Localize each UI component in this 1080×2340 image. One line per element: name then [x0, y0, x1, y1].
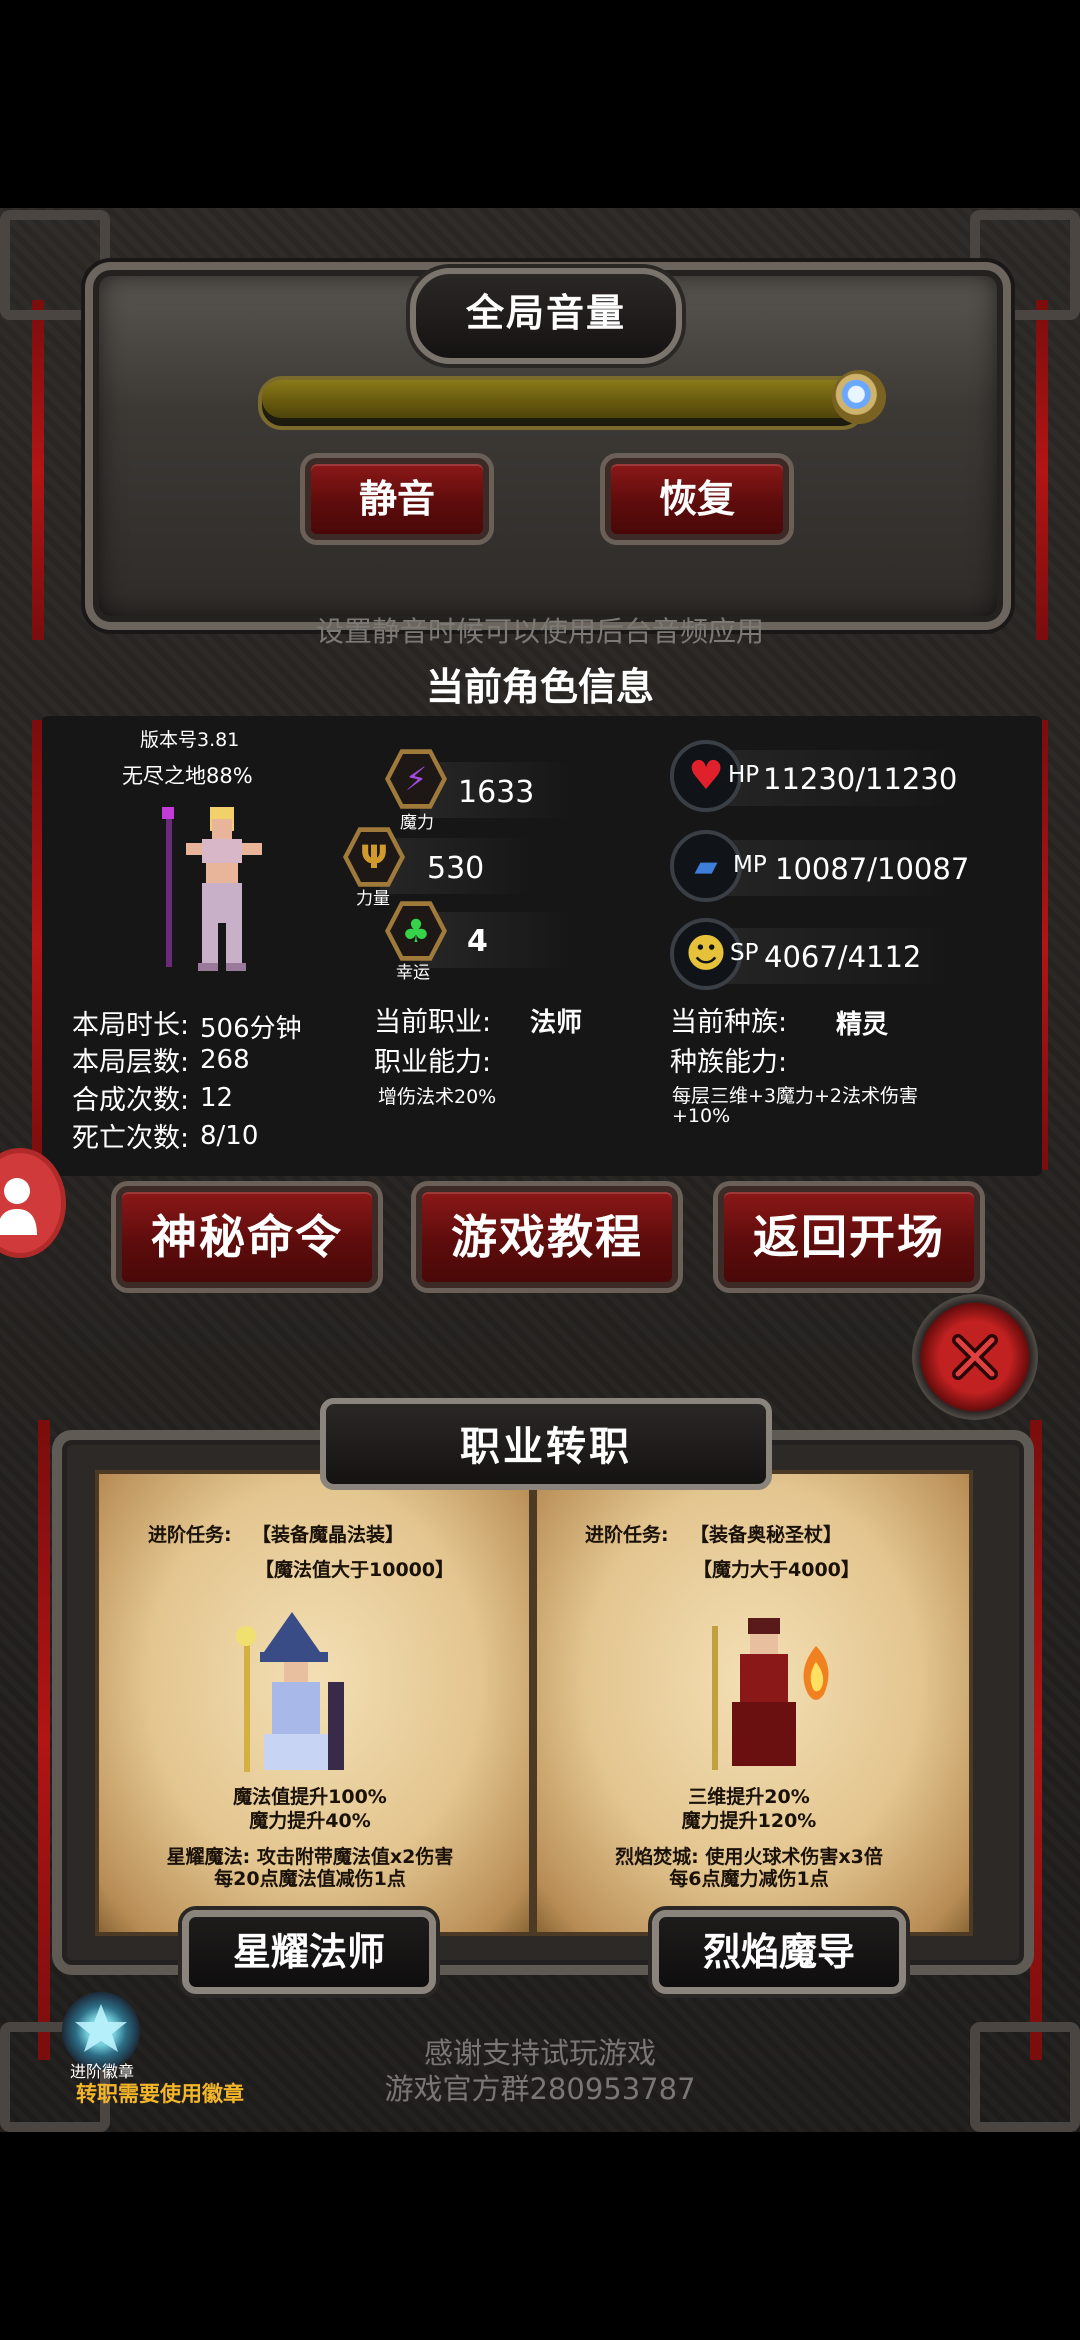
- footer-group: 游戏官方群280953787: [384, 2072, 696, 2106]
- strength-caption: 力量: [356, 889, 390, 909]
- profile-button[interactable]: [0, 1148, 66, 1258]
- right-task1: 【装备奥秘圣杖】: [690, 1524, 843, 1546]
- flame-mage-sprite: [712, 1618, 829, 1770]
- job-ability-label: 职业能力:: [374, 1047, 492, 1078]
- game-tutorial-button[interactable]: 游戏教程: [416, 1186, 678, 1288]
- job-label: 当前职业:: [374, 1007, 492, 1038]
- sp-label: SP: [730, 940, 759, 966]
- mage-character-sprite: [162, 807, 262, 971]
- strength-value: 530: [427, 851, 485, 886]
- run-duration-label: 本局时长:: [72, 1010, 190, 1041]
- close-button[interactable]: [912, 1294, 1038, 1420]
- character-info-title: 当前角色信息: [425, 665, 654, 709]
- volume-title: 全局音量: [465, 291, 626, 335]
- magic-caption: 魔力: [400, 813, 434, 833]
- frame-red-left-bottom: [38, 1420, 50, 2060]
- merges-label: 合成次数:: [72, 1085, 190, 1116]
- luck-stat-bar: [420, 912, 570, 968]
- mp-flask-icon: ▰: [670, 830, 742, 902]
- secret-command-button[interactable]: 神秘命令: [116, 1186, 378, 1288]
- left-task1: 【装备魔晶法装】: [252, 1524, 405, 1546]
- frame-red-right-top: [1036, 300, 1048, 640]
- mp-value: 10087/10087: [775, 852, 970, 886]
- star-mage-name-plate[interactable]: 星耀法师: [182, 1910, 436, 1994]
- lightning-icon: ⚡: [390, 754, 442, 804]
- merges-value: 12: [200, 1083, 234, 1113]
- job-ability-value: 增伤法术20%: [378, 1086, 497, 1108]
- left-bonus2: 魔力提升40%: [249, 1810, 371, 1832]
- race-ability-value: 每层三维+3魔力+2法术伤害+10%: [672, 1085, 919, 1127]
- run-floors-label: 本局层数:: [72, 1047, 190, 1078]
- person-icon: [0, 1178, 37, 1235]
- hp-value: 11230/11230: [763, 762, 958, 796]
- sp-value: 4067/4112: [764, 940, 922, 974]
- close-icon: [952, 1334, 998, 1380]
- restore-button[interactable]: 恢复: [605, 458, 789, 540]
- right-skill2: 每6点魔力减伤1点: [669, 1868, 829, 1890]
- luck-value: 4: [467, 924, 488, 959]
- volume-slider-knob[interactable]: [832, 370, 886, 424]
- mute-button[interactable]: 静音: [305, 458, 489, 540]
- luck-caption: 幸运: [396, 963, 430, 983]
- hp-label: HP: [728, 762, 760, 788]
- class-change-title: 职业转职: [460, 1424, 632, 1470]
- race-value: 精灵: [836, 1010, 889, 1040]
- volume-slider-fill: [262, 380, 862, 418]
- endless-progress: 无尽之地88%: [122, 764, 253, 788]
- race-label: 当前种族:: [670, 1007, 788, 1038]
- return-to-start-button[interactable]: 返回开场: [718, 1186, 980, 1288]
- deaths-label: 死亡次数:: [72, 1123, 190, 1154]
- star-mage-sprite: [236, 1612, 344, 1772]
- magic-value: 1633: [458, 775, 535, 810]
- version-label: 版本号3.81: [140, 729, 240, 751]
- job-value: 法师: [530, 1008, 583, 1038]
- run-floors-value: 268: [200, 1045, 250, 1075]
- right-task-label: 进阶任务:: [585, 1524, 669, 1546]
- left-task-label: 进阶任务:: [148, 1524, 232, 1546]
- run-duration-value: 506分钟: [200, 1014, 302, 1044]
- race-ability-label: 种族能力:: [670, 1047, 788, 1078]
- left-task2: 【魔法值大于10000】: [255, 1559, 455, 1581]
- volume-hint: 设置静音时候可以使用后台音频应用: [315, 615, 764, 648]
- right-bonus2: 魔力提升120%: [681, 1810, 817, 1832]
- trident-icon: Ψ: [348, 832, 400, 882]
- left-skill2: 每20点魔法值减伤1点: [214, 1868, 406, 1890]
- right-bonus1: 三维提升20%: [688, 1786, 810, 1808]
- mp-label: MP: [733, 852, 767, 878]
- frame-red-left-top: [32, 300, 44, 640]
- left-bonus1: 魔法值提升100%: [233, 1786, 387, 1808]
- right-task2: 【魔力大于4000】: [693, 1559, 860, 1581]
- clover-icon: ♣: [390, 906, 442, 956]
- flame-mage-name-plate[interactable]: 烈焰魔导: [652, 1910, 906, 1994]
- deaths-value: 8/10: [200, 1121, 259, 1151]
